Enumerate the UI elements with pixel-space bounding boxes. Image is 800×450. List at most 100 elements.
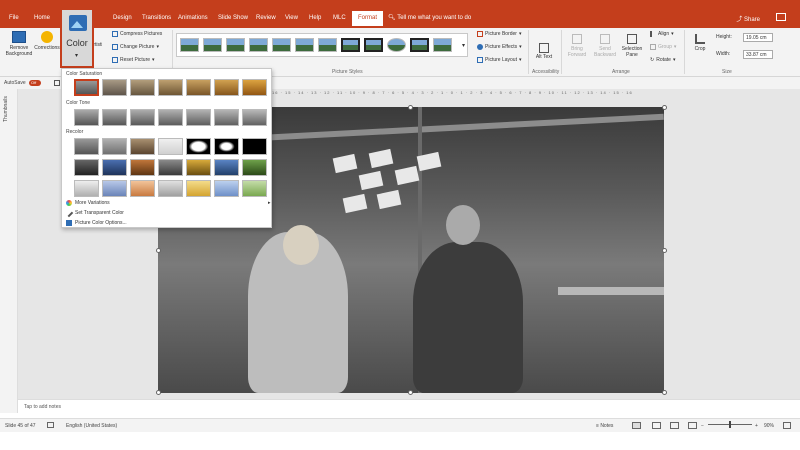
save-icon[interactable] <box>54 80 60 86</box>
picture-style-thumb[interactable] <box>433 38 452 52</box>
recolor-swatch[interactable] <box>130 180 155 197</box>
language-indicator[interactable]: English (United States) <box>66 423 117 429</box>
recolor-swatch[interactable] <box>158 180 183 197</box>
picture-style-thumb[interactable] <box>364 38 383 52</box>
recolor-swatch[interactable] <box>102 159 127 176</box>
recolor-swatch[interactable] <box>214 180 239 197</box>
picture-style-thumb[interactable] <box>341 38 360 52</box>
tab-help[interactable]: Help <box>309 14 321 22</box>
group-button[interactable]: Group ▾ <box>650 44 676 50</box>
recolor-swatch[interactable] <box>186 180 211 197</box>
change-picture-button[interactable]: Change Picture ▾ <box>112 44 159 50</box>
zoom-in-icon[interactable]: + <box>755 423 758 429</box>
selection-pane-button[interactable]: Selection Pane <box>619 34 645 58</box>
tab-design[interactable]: Design <box>113 14 132 22</box>
picture-style-thumb[interactable] <box>295 38 314 52</box>
spellcheck-icon[interactable] <box>47 422 54 428</box>
resize-handle[interactable] <box>662 105 667 110</box>
tab-view[interactable]: View <box>285 14 298 22</box>
tone-swatch[interactable] <box>186 109 211 126</box>
width-field[interactable]: 33.87 cm <box>743 50 773 59</box>
picture-style-thumb[interactable] <box>318 38 337 52</box>
set-transparent-color-item[interactable]: Set Transparent Color <box>64 208 124 218</box>
compress-pictures-button[interactable]: Compress Pictures <box>112 31 162 37</box>
slide-show-icon[interactable] <box>688 422 697 429</box>
picture-style-thumb[interactable] <box>272 38 291 52</box>
bring-forward-button[interactable]: Bring Forward <box>565 34 589 58</box>
resize-handle[interactable] <box>156 390 161 395</box>
thumbnails-pane[interactable] <box>0 89 18 413</box>
tab-slide-show[interactable]: Slide Show <box>218 14 248 22</box>
picture-styles-gallery[interactable] <box>176 33 468 57</box>
corrections-button[interactable]: Corrections <box>34 31 60 51</box>
recolor-swatch[interactable] <box>74 159 99 176</box>
resize-handle[interactable] <box>156 248 161 253</box>
more-variations-item[interactable]: More Variations ▸ <box>66 200 271 206</box>
tab-transitions[interactable]: Transitions <box>142 14 171 22</box>
recolor-swatch[interactable] <box>214 159 239 176</box>
tone-swatch[interactable] <box>102 109 127 126</box>
tab-format[interactable]: Format <box>352 11 384 26</box>
picture-style-thumb[interactable] <box>180 38 199 52</box>
resize-handle[interactable] <box>662 248 667 253</box>
recolor-swatch[interactable] <box>158 159 183 176</box>
picture-effects-button[interactable]: Picture Effects ▾ <box>477 44 522 50</box>
resize-handle[interactable] <box>408 390 413 395</box>
saturation-swatch[interactable] <box>186 79 211 96</box>
picture-style-thumb[interactable] <box>387 38 406 52</box>
reset-picture-button[interactable]: Reset Picture ▾ <box>112 57 155 63</box>
saturation-swatch-0[interactable] <box>74 79 99 96</box>
picture-layout-button[interactable]: Picture Layout ▾ <box>477 57 521 63</box>
tell-me-box[interactable]: 🔍︎ Tell me what you want to do <box>388 14 471 21</box>
slide-sorter-icon[interactable] <box>652 422 661 429</box>
recolor-swatch[interactable] <box>242 180 267 197</box>
picture-color-options-item[interactable]: Picture Color Options... <box>66 220 127 226</box>
align-button[interactable]: Align ▾ <box>650 31 674 37</box>
recolor-swatch[interactable] <box>74 138 99 155</box>
tab-file[interactable]: File <box>9 14 19 22</box>
notes-toggle[interactable]: ≡ Notes <box>596 423 613 429</box>
tone-swatch[interactable] <box>242 109 267 126</box>
tone-swatch[interactable] <box>214 109 239 126</box>
picture-border-button[interactable]: Picture Border ▾ <box>477 31 521 37</box>
tab-animations[interactable]: Animations <box>178 14 208 22</box>
saturation-swatch[interactable] <box>214 79 239 96</box>
picture-style-thumb[interactable] <box>249 38 268 52</box>
saturation-swatch[interactable] <box>102 79 127 96</box>
fit-slide-icon[interactable] <box>783 422 791 429</box>
tab-mlc[interactable]: MLC <box>333 14 346 22</box>
autosave-toggle[interactable]: Off <box>29 80 41 86</box>
recolor-swatch[interactable] <box>158 138 183 155</box>
picture-style-thumb[interactable] <box>203 38 222 52</box>
recolor-swatch[interactable] <box>242 138 267 155</box>
recolor-swatch[interactable] <box>102 180 127 197</box>
recolor-swatch[interactable] <box>130 138 155 155</box>
tab-review[interactable]: Review <box>256 14 276 22</box>
share-button[interactable]: ⤴ Share <box>736 14 760 23</box>
remove-background-button[interactable]: Remove Background <box>4 31 34 57</box>
tone-swatch[interactable] <box>158 109 183 126</box>
recolor-swatch[interactable] <box>186 159 211 176</box>
recolor-swatch[interactable] <box>102 138 127 155</box>
zoom-out-icon[interactable]: − <box>701 423 704 429</box>
picture-style-thumb[interactable] <box>410 38 429 52</box>
picture-style-thumb[interactable] <box>226 38 245 52</box>
comments-icon[interactable] <box>776 13 786 21</box>
alt-text-button[interactable]: Alt Text <box>532 43 556 60</box>
recolor-swatch[interactable] <box>74 180 99 197</box>
saturation-swatch[interactable] <box>158 79 183 96</box>
recolor-swatch[interactable] <box>214 138 239 155</box>
resize-handle[interactable] <box>662 390 667 395</box>
height-field[interactable]: 19.05 cm <box>743 33 773 42</box>
crop-button[interactable]: Crop <box>690 34 710 52</box>
reading-view-icon[interactable] <box>670 422 679 429</box>
resize-handle[interactable] <box>408 105 413 110</box>
zoom-level[interactable]: 90% <box>764 423 774 429</box>
recolor-swatch[interactable] <box>130 159 155 176</box>
zoom-slider-knob[interactable] <box>729 421 731 428</box>
normal-view-icon[interactable] <box>632 422 641 429</box>
saturation-swatch[interactable] <box>130 79 155 96</box>
saturation-swatch[interactable] <box>242 79 267 96</box>
recolor-swatch[interactable] <box>186 138 211 155</box>
gallery-more-icon[interactable]: ▾ <box>462 42 465 49</box>
